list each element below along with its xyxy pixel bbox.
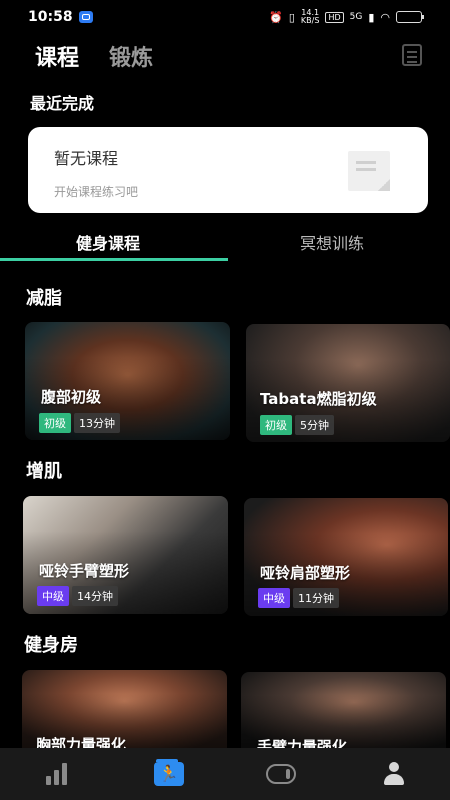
tab-meditation[interactable]: 冥想训练 [300,230,364,254]
level-tag: 中级 [37,586,69,606]
recent-section-title: 最近完成 [30,94,95,113]
nav-profile[interactable] [374,754,414,794]
course-card[interactable]: Tabata燃脂初级 初级 5分钟 [246,324,450,442]
paper-icon [348,151,390,191]
course-name: 哑铃肩部塑形 [260,564,351,582]
duration-tag: 11分钟 [293,588,339,608]
course-card[interactable]: 手臂力量强化 [241,672,446,748]
nav-stats[interactable] [36,754,76,794]
signal-label: 5G [349,12,363,22]
top-tabs: 课程 锻炼 [0,36,450,76]
network-speed-unit: KB/S [300,16,320,25]
tab-fitness-courses[interactable]: 健身课程 [76,230,140,254]
running-icon: 🏃 [153,759,184,786]
course-tags: 初级 5分钟 [260,415,334,435]
pill-toggle-icon [266,764,297,784]
category-title-gym: 健身房 [24,635,78,656]
course-name: 胸部力量强化 [36,736,127,748]
nav-device[interactable] [261,754,301,794]
user-icon [382,762,406,786]
status-time: 10:58 [28,9,73,25]
level-tag: 初级 [39,413,71,433]
active-tab-indicator [0,258,228,261]
bottom-nav: 🏃 [0,748,450,800]
wifi-icon: ◠ [380,10,390,24]
nav-courses[interactable]: 🏃 [149,754,189,794]
signal-icon: ▮ [368,10,375,24]
course-card[interactable]: 腹部初级 初级 13分钟 [25,322,230,440]
course-name: 手臂力量强化 [257,738,348,748]
battery-icon [396,11,424,23]
course-tags: 初级 13分钟 [39,413,120,433]
course-name: 哑铃手臂塑形 [39,562,130,580]
hd-badge: HD [325,11,344,23]
bar-chart-icon [45,763,67,785]
tab-courses[interactable]: 课程 [35,40,79,72]
course-card[interactable]: 胸部力量强化 [22,670,227,748]
course-card[interactable]: 哑铃手臂塑形 中级 14分钟 [23,496,228,614]
app-notification-icon [78,11,93,23]
level-tag: 初级 [260,415,292,435]
duration-tag: 13分钟 [74,413,120,433]
course-name: Tabata燃脂初级 [260,390,377,408]
course-name: 腹部初级 [41,388,102,406]
course-tags: 中级 11分钟 [258,588,339,608]
sub-tabs: 健身课程 冥想训练 [0,222,450,262]
status-bar: 10:58 ⏰ ▯ 14.1 KB/S HD 5G ▮ ◠ [0,0,450,34]
duration-tag: 14分钟 [72,586,118,606]
network-speed: 14.1 KB/S [301,9,320,25]
duration-tag: 5分钟 [295,415,334,435]
level-tag: 中级 [258,588,290,608]
recent-empty-card[interactable]: 暂无课程 开始课程练习吧 [28,127,428,213]
category-title-fat-loss: 减脂 [26,288,62,309]
tab-workout[interactable]: 锻炼 [109,40,153,72]
course-card[interactable]: 哑铃肩部塑形 中级 11分钟 [244,498,448,616]
category-title-muscle-gain: 增肌 [26,461,62,482]
alarm-icon: ⏰ [269,10,283,24]
document-icon[interactable] [402,44,422,66]
status-indicators: ⏰ ▯ 14.1 KB/S HD 5G ▮ ◠ [269,9,424,25]
course-tags: 中级 14分钟 [37,586,118,606]
vibrate-icon: ▯ [288,10,295,24]
